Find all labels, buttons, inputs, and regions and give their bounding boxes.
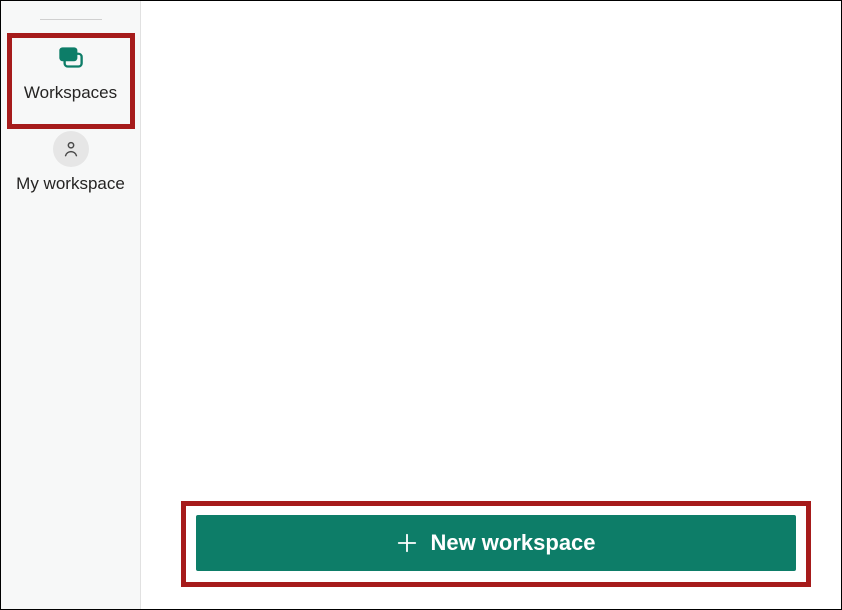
sidebar-item-workspaces[interactable]: Workspaces (11, 34, 131, 107)
workspaces-icon (54, 40, 88, 76)
sidebar-item-label: Workspaces (24, 82, 117, 103)
sidebar-item-label: My workspace (16, 173, 125, 194)
plus-icon (396, 532, 418, 554)
sidebar-divider (40, 19, 102, 20)
person-icon (53, 131, 89, 167)
sidebar: Workspaces My workspace (1, 1, 141, 609)
new-workspace-button[interactable]: New workspace (196, 515, 796, 571)
sidebar-item-my-workspace[interactable]: My workspace (11, 125, 131, 198)
new-workspace-label: New workspace (430, 530, 595, 556)
